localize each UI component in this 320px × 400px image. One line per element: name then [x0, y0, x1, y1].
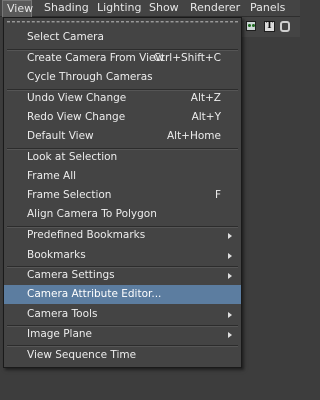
- menu-item-label: Create Camera From View: [27, 52, 165, 64]
- submenu-arrow-icon: [228, 273, 232, 279]
- menu-item-label: Align Camera To Polygon: [27, 208, 157, 220]
- menu-item-undo-view-change[interactable]: Undo View Change Alt+Z: [4, 89, 241, 108]
- menubar-shading[interactable]: Shading: [44, 0, 89, 17]
- menu-item-camera-attribute-editor[interactable]: Camera Attribute Editor...: [4, 285, 241, 304]
- menubar-renderer[interactable]: Renderer: [190, 0, 240, 17]
- menu-item-label: Undo View Change: [27, 92, 127, 104]
- menu-item-label: Look at Selection: [27, 151, 118, 163]
- menu-item-align-camera-to-polygon[interactable]: Align Camera To Polygon: [4, 205, 241, 224]
- menu-item-bookmarks[interactable]: Bookmarks: [4, 246, 241, 265]
- menu-item-shortcut: Ctrl+Shift+C: [153, 52, 221, 64]
- menu-item-select-camera[interactable]: Select Camera: [4, 28, 241, 47]
- menu-item-label: Camera Attribute Editor...: [27, 288, 162, 300]
- menu-item-label: Camera Settings: [27, 269, 115, 281]
- menubar-panels[interactable]: Panels: [250, 0, 285, 17]
- menu-item-predefined-bookmarks[interactable]: Predefined Bookmarks: [4, 226, 241, 245]
- submenu-arrow-icon: [228, 332, 232, 338]
- menu-item-label: Default View: [27, 130, 94, 142]
- menu-item-label: Camera Tools: [27, 308, 98, 320]
- menu-item-default-view[interactable]: Default View Alt+Home: [4, 127, 241, 146]
- menu-item-shortcut: Alt+Home: [166, 130, 221, 142]
- tear-off-handle[interactable]: [7, 21, 238, 23]
- menu-item-view-sequence-time[interactable]: View Sequence Time: [4, 346, 241, 365]
- menu-item-label: Select Camera: [27, 31, 104, 43]
- menu-item-camera-tools[interactable]: Camera Tools: [4, 305, 241, 324]
- menu-item-look-at-selection[interactable]: Look at Selection: [4, 148, 241, 167]
- submenu-arrow-icon: [228, 253, 232, 259]
- panel-toolbar: T: [242, 17, 300, 37]
- menu-item-create-camera-from-view[interactable]: Create Camera From View Ctrl+Shift+C: [4, 49, 241, 68]
- submenu-arrow-icon: [228, 312, 232, 318]
- menubar-lighting[interactable]: Lighting: [97, 0, 141, 17]
- menu-item-label: Frame Selection: [27, 189, 112, 201]
- menu-item-label: View Sequence Time: [27, 349, 137, 361]
- shading-toggle-icon[interactable]: [280, 21, 290, 32]
- menu-item-shortcut: F: [214, 189, 221, 201]
- menu-item-redo-view-change[interactable]: Redo View Change Alt+Y: [4, 108, 241, 127]
- submenu-arrow-icon: [228, 233, 232, 239]
- menubar-view[interactable]: View: [2, 0, 33, 17]
- menu-item-camera-settings[interactable]: Camera Settings: [4, 266, 241, 285]
- text-icon[interactable]: T: [264, 21, 275, 32]
- menu-bar: View Shading Lighting Show Renderer Pane…: [0, 0, 300, 17]
- menu-item-frame-selection[interactable]: Frame Selection F: [4, 186, 241, 205]
- menubar-show[interactable]: Show: [149, 0, 179, 17]
- menu-item-label: Frame All: [27, 170, 77, 182]
- menu-item-label: Image Plane: [27, 328, 93, 340]
- menu-item-label: Cycle Through Cameras: [27, 71, 153, 83]
- menu-item-image-plane[interactable]: Image Plane: [4, 325, 241, 344]
- camera-view-icon[interactable]: [246, 21, 256, 31]
- menu-item-shortcut: Alt+Y: [191, 111, 221, 123]
- view-menu: Select Camera Create Camera From View Ct…: [3, 17, 242, 368]
- menu-item-label: Bookmarks: [27, 249, 86, 261]
- menu-item-shortcut: Alt+Z: [190, 92, 221, 104]
- menu-item-cycle-through-cameras[interactable]: Cycle Through Cameras: [4, 68, 241, 87]
- menu-item-frame-all[interactable]: Frame All: [4, 167, 241, 186]
- menu-item-label: Predefined Bookmarks: [27, 229, 146, 241]
- menu-item-label: Redo View Change: [27, 111, 126, 123]
